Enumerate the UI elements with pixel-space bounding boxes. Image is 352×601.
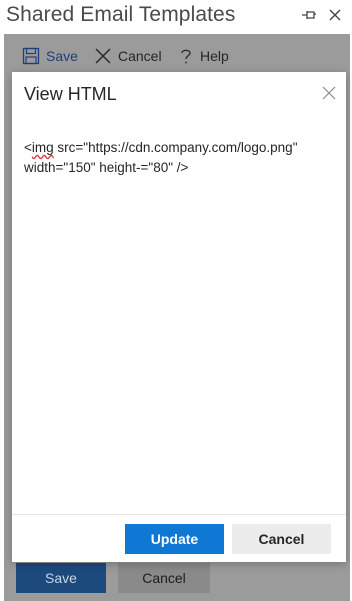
update-button-label: Update xyxy=(150,531,199,547)
help-question-icon xyxy=(181,49,191,64)
background-save-button[interactable]: Save xyxy=(16,563,106,593)
pin-icon[interactable] xyxy=(300,6,318,24)
html-source-prefix: < xyxy=(24,140,32,155)
dialog-cancel-button[interactable]: Cancel xyxy=(232,524,331,554)
html-source-editor[interactable]: <img src="https://cdn.company.com/logo.p… xyxy=(24,138,336,498)
view-html-dialog: View HTML <img src="https://cdn.company.… xyxy=(12,72,346,562)
toolbar-cancel-button[interactable]: Cancel xyxy=(94,46,162,66)
toolbar-save-button[interactable]: Save xyxy=(22,46,78,66)
html-source-rest: src="https://cdn.company.com/logo.png" w… xyxy=(24,140,302,175)
cancel-x-icon xyxy=(95,48,111,64)
pane-title: Shared Email Templates xyxy=(6,3,236,26)
toolbar-help-label: Help xyxy=(200,48,229,64)
html-source-tag: img xyxy=(31,140,54,155)
dialog-title: View HTML xyxy=(24,84,117,104)
toolbar-cancel-label: Cancel xyxy=(118,48,162,64)
toolbar: Save Cancel Help xyxy=(4,38,350,72)
pane-header: Shared Email Templates xyxy=(0,0,352,34)
background-cancel-button[interactable]: Cancel xyxy=(118,563,210,593)
dialog-cancel-label: Cancel xyxy=(258,531,305,547)
toolbar-save-label: Save xyxy=(46,48,78,64)
save-icon xyxy=(22,47,40,65)
background-cancel-label: Cancel xyxy=(142,570,186,586)
close-icon[interactable] xyxy=(326,6,344,24)
dialog-footer-divider xyxy=(12,514,346,515)
background-save-label: Save xyxy=(45,570,77,586)
dialog-close-icon[interactable] xyxy=(322,86,336,100)
update-button[interactable]: Update xyxy=(125,524,224,554)
toolbar-help-button[interactable]: Help xyxy=(178,46,229,66)
